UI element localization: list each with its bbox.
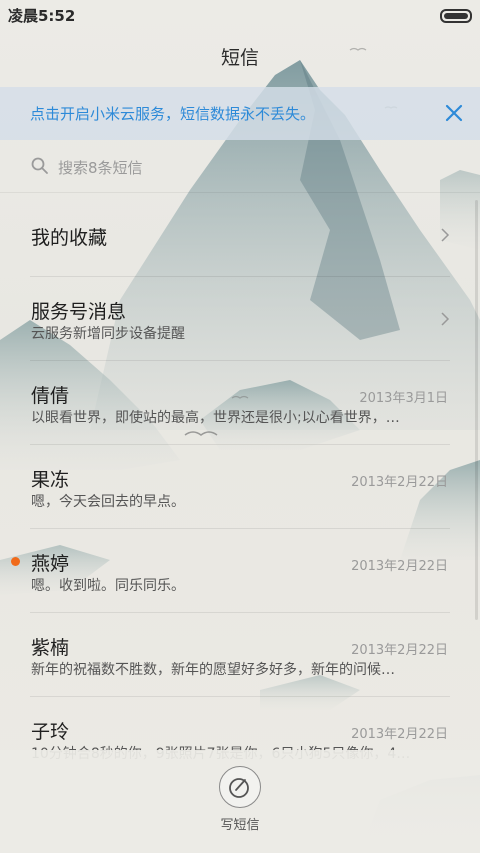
list-item-name: 我的收藏: [31, 227, 108, 249]
compose-button[interactable]: [219, 766, 261, 808]
unread-indicator: [11, 557, 20, 566]
compose-label[interactable]: 写短信: [0, 814, 480, 833]
search-icon: [31, 157, 48, 174]
conversation-row[interactable]: 果冻 2013年2月22日 嗯，今天会回去的早点。: [0, 445, 480, 529]
chevron-right-icon: [441, 228, 450, 242]
status-bar: 凌晨5:52: [0, 0, 480, 28]
title-bar: 短信: [0, 30, 480, 86]
contact-name: 紫楠: [31, 637, 70, 659]
contact-name: 果冻: [31, 469, 70, 491]
search-bar[interactable]: 搜索8条短信: [0, 140, 480, 193]
cloud-service-banner[interactable]: 点击开启小米云服务，短信数据永不丢失。: [0, 87, 480, 140]
list-item-preview: 云服务新增同步设备提醒: [31, 326, 185, 342]
page-title: 短信: [220, 47, 259, 69]
conversation-row[interactable]: 燕婷 2013年2月22日 嗯。收到啦。同乐同乐。: [0, 529, 480, 613]
message-preview: 嗯。收到啦。同乐同乐。: [31, 578, 185, 594]
battery-icon: [440, 9, 472, 23]
message-date: 2013年2月22日: [351, 559, 448, 574]
message-preview: 新年的祝福数不胜数，新年的愿望好多好多，新年的问候…: [31, 662, 395, 678]
contact-name: 子玲: [31, 721, 70, 743]
conversation-row[interactable]: 紫楠 2013年2月22日 新年的祝福数不胜数，新年的愿望好多好多，新年的问候…: [0, 613, 480, 697]
search-input[interactable]: 搜索8条短信: [58, 157, 143, 178]
message-preview: 以眼看世界，即使站的最高，世界还是很小;以心看世界，…: [31, 410, 400, 426]
contact-name: 倩倩: [31, 385, 70, 407]
message-preview: 嗯，今天会回去的早点。: [31, 494, 185, 510]
list-item-name: 服务号消息: [31, 301, 127, 323]
message-date: 2013年3月1日: [359, 391, 448, 406]
conversation-row[interactable]: 倩倩 2013年3月1日 以眼看世界，即使站的最高，世界还是很小;以心看世界，…: [0, 361, 480, 445]
scrollbar[interactable]: [475, 200, 478, 620]
list-item-service-messages[interactable]: 服务号消息 云服务新增同步设备提醒: [0, 277, 480, 361]
bottom-action-bar: 写短信: [0, 750, 480, 853]
banner-text[interactable]: 点击开启小米云服务，短信数据永不丢失。: [30, 103, 315, 124]
compose-icon: [229, 778, 249, 798]
list-item-favorites[interactable]: 我的收藏: [0, 193, 480, 277]
chevron-right-icon: [441, 312, 450, 326]
message-date: 2013年2月22日: [351, 643, 448, 658]
close-icon[interactable]: [442, 101, 466, 125]
message-date: 2013年2月22日: [351, 727, 448, 742]
message-date: 2013年2月22日: [351, 475, 448, 490]
status-time: 凌晨5:52: [8, 7, 76, 25]
contact-name: 燕婷: [31, 553, 70, 575]
